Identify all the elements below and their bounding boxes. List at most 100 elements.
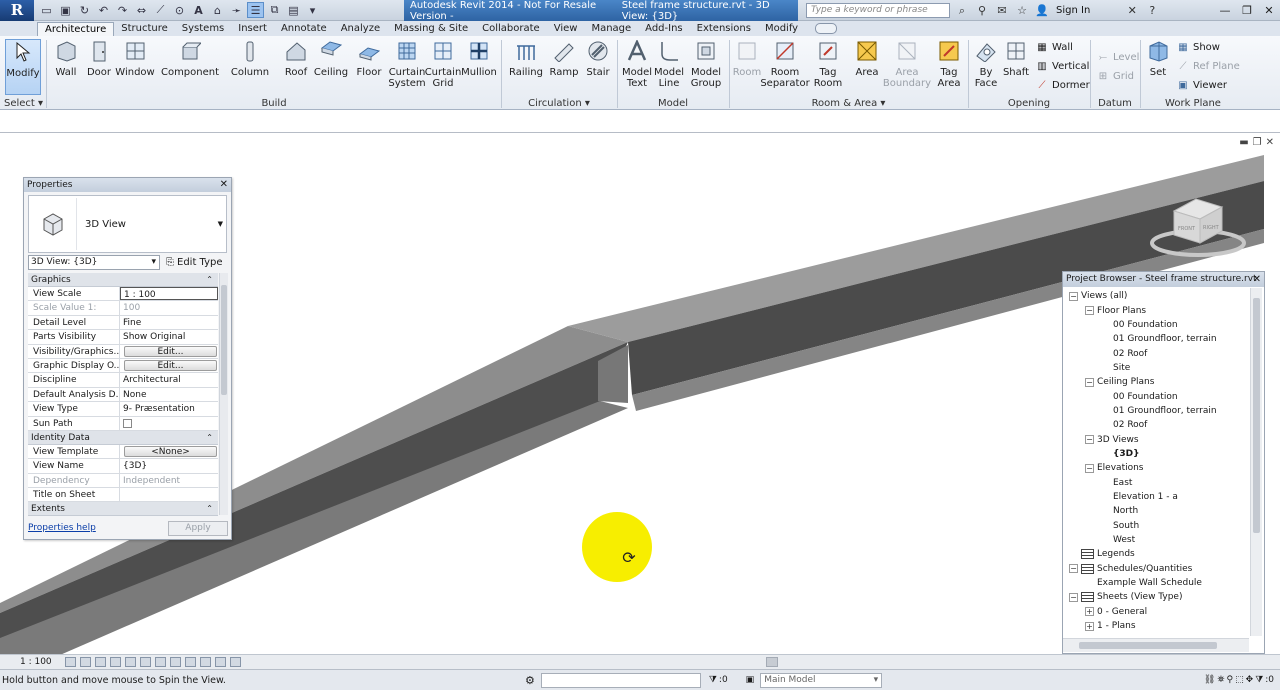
undo-icon[interactable]: ↶: [95, 2, 112, 18]
open-icon[interactable]: ▭: [38, 2, 55, 18]
browser-tree-node[interactable]: {3D}: [1063, 447, 1253, 461]
main-model-select[interactable]: Main Model: [760, 672, 883, 688]
ramp-button[interactable]: Ramp: [548, 39, 580, 78]
collapse-toggle-icon[interactable]: −: [1085, 463, 1094, 473]
filter-count-icon[interactable]: ⧩: [1255, 675, 1263, 685]
title-on-sheet-value[interactable]: [120, 488, 218, 501]
collapse-toggle-icon[interactable]: −: [1069, 291, 1078, 301]
browser-tree-node[interactable]: East: [1063, 475, 1253, 489]
default-analysis-value[interactable]: None: [120, 388, 218, 401]
view-name-value[interactable]: {3D}: [120, 459, 218, 472]
temporary-hide-icon[interactable]: [185, 657, 196, 667]
shaft-button[interactable]: Shaft: [1002, 39, 1030, 78]
close-icon[interactable]: ✕: [1253, 272, 1261, 287]
exchange-apps-icon[interactable]: ✕: [1124, 3, 1140, 19]
collapse-icon[interactable]: ⌃: [206, 502, 213, 516]
design-options-icon[interactable]: ▣: [746, 675, 755, 685]
workset-field[interactable]: [540, 672, 701, 688]
ref-plane-button[interactable]: ⟋ Ref Plane: [1176, 59, 1240, 73]
area-button[interactable]: Area: [852, 39, 882, 78]
curtain-grid-button[interactable]: Curtain Grid: [425, 39, 461, 89]
curtain-system-button[interactable]: Curtain System: [388, 39, 426, 89]
browser-tree-node[interactable]: South: [1063, 519, 1253, 533]
properties-header[interactable]: Properties ✕: [24, 178, 231, 192]
circulation-panel-label[interactable]: Circulation ▾: [502, 97, 616, 110]
collapse-toggle-icon[interactable]: −: [1069, 564, 1078, 574]
browser-tree-node[interactable]: 01 Groundfloor, terrain: [1063, 404, 1253, 418]
communication-icon[interactable]: ✉: [994, 3, 1010, 19]
application-menu-button[interactable]: R: [0, 0, 34, 21]
group-graphics[interactable]: Graphics ⌃: [28, 273, 218, 287]
browser-tree-node[interactable]: North: [1063, 504, 1253, 518]
visual-style-icon[interactable]: [80, 657, 91, 667]
scroll-thumb[interactable]: [1079, 642, 1217, 649]
tag-room-button[interactable]: Tag Room: [812, 39, 844, 89]
properties-scrollbar[interactable]: [219, 273, 228, 515]
railing-button[interactable]: Railing: [508, 39, 544, 78]
browser-tree-node[interactable]: Elevation 1 - a: [1063, 490, 1253, 504]
window-button[interactable]: Window: [115, 39, 155, 78]
view-horizontal-scroll-thumb[interactable]: [766, 657, 778, 667]
dormer-opening-button[interactable]: ⟋ Dormer: [1035, 78, 1090, 92]
reveal-hidden-icon[interactable]: [200, 657, 211, 667]
drag-elements-icon[interactable]: ✥: [1246, 675, 1254, 685]
tab-architecture[interactable]: Architecture: [37, 22, 115, 36]
analytical-model-icon[interactable]: [230, 657, 241, 667]
browser-horizontal-scrollbar[interactable]: [1063, 638, 1249, 652]
tab-collaborate[interactable]: Collaborate: [475, 22, 547, 36]
browser-tree-node[interactable]: − Views (all): [1063, 289, 1253, 303]
view-instance-select[interactable]: 3D View: {3D}: [28, 254, 160, 270]
help-icon[interactable]: ?: [1144, 3, 1160, 19]
restore-icon[interactable]: ❐: [1236, 0, 1258, 21]
shadows-icon[interactable]: [110, 657, 121, 667]
infocenter-search-input[interactable]: Type a keyword or phrase: [806, 3, 950, 18]
view-template-button[interactable]: <None>: [124, 445, 217, 457]
select-links-icon[interactable]: ⛓: [1204, 675, 1215, 685]
opening-by-face-button[interactable]: By Face: [972, 39, 1000, 89]
view-scale-input[interactable]: 1 : 100: [120, 287, 218, 301]
browser-tree-node[interactable]: +1 - Plans: [1063, 619, 1253, 633]
detail-level-value[interactable]: Fine: [120, 316, 218, 329]
default-3d-view-icon[interactable]: ⌂: [209, 2, 226, 18]
edit-type-button[interactable]: ⎘ Edit Type: [166, 257, 223, 268]
redo-icon[interactable]: ↷: [114, 2, 131, 18]
aligned-dimension-icon[interactable]: ⟋: [152, 2, 169, 18]
render-icon[interactable]: [125, 657, 136, 667]
room-area-panel-label[interactable]: Room & Area ▾: [730, 97, 967, 110]
floor-button[interactable]: Floor: [354, 39, 384, 78]
browser-tree-node[interactable]: 00 Foundation: [1063, 389, 1253, 403]
collapse-icon[interactable]: ⌃: [206, 273, 213, 287]
ceiling-button[interactable]: Ceiling: [314, 39, 348, 78]
close-icon[interactable]: ✕: [220, 178, 228, 192]
tag-icon[interactable]: ⊙: [171, 2, 188, 18]
minimize-icon[interactable]: —: [1214, 0, 1236, 21]
set-work-plane-button[interactable]: Set: [1144, 39, 1172, 78]
sync-icon[interactable]: ↻: [76, 2, 93, 18]
browser-tree-node[interactable]: − Sheets (View Type): [1063, 590, 1253, 604]
filter-icon[interactable]: ⧩: [709, 675, 717, 685]
wall-opening-button[interactable]: ▦ Wall: [1035, 40, 1090, 54]
browser-vertical-scrollbar[interactable]: [1250, 288, 1262, 636]
temporary-view-properties-icon[interactable]: [215, 657, 226, 667]
browser-tree-node[interactable]: 01 Groundfloor, terrain: [1063, 332, 1253, 346]
thin-lines-icon[interactable]: ☰: [247, 2, 264, 18]
worksets-icon[interactable]: ⚙: [525, 674, 535, 687]
wall-button[interactable]: Wall: [52, 39, 80, 78]
group-extents[interactable]: Extents ⌃: [28, 502, 218, 517]
select-underlay-icon[interactable]: ⛯: [1217, 675, 1224, 685]
browser-tree-node[interactable]: +0 - General: [1063, 605, 1253, 619]
room-separator-button[interactable]: Room Separator: [760, 39, 810, 89]
browser-tree-node[interactable]: Legends: [1063, 547, 1253, 561]
browser-tree-node[interactable]: −3D Views: [1063, 432, 1253, 446]
stair-button[interactable]: Stair: [583, 39, 613, 78]
grid-button[interactable]: ⊞ Grid: [1096, 69, 1139, 83]
scroll-thumb[interactable]: [221, 285, 227, 395]
unlock-view-icon[interactable]: [170, 657, 181, 667]
group-identity-data[interactable]: Identity Data ⌃: [28, 430, 218, 445]
browser-tree-node[interactable]: 02 Roof: [1063, 418, 1253, 432]
door-button[interactable]: Door: [85, 39, 113, 78]
component-button[interactable]: Component: [161, 39, 219, 78]
collapse-toggle-icon[interactable]: −: [1085, 306, 1094, 316]
tab-manage[interactable]: Manage: [584, 22, 638, 36]
scroll-thumb[interactable]: [1253, 298, 1260, 533]
